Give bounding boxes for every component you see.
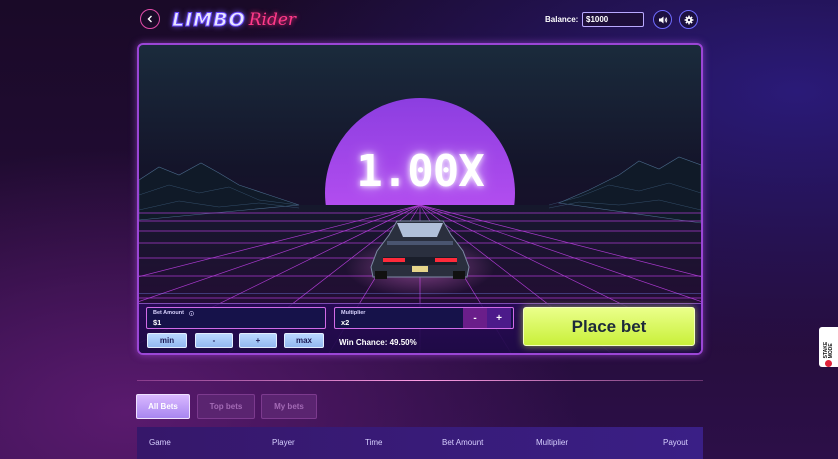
bet-amount-field[interactable]: Bet Amount $1 <box>146 307 326 329</box>
back-button[interactable] <box>140 9 160 29</box>
column-player: Player <box>272 438 295 447</box>
stake-mode-badge[interactable]: STAKE MODE <box>819 327 838 367</box>
bet-amount-value: $1 <box>153 318 162 327</box>
settings-button[interactable] <box>679 10 698 29</box>
stake-mode-text: STAKE MODE <box>822 341 834 359</box>
multiplier-label: Multiplier <box>341 310 366 316</box>
bets-table-header: Game Player Time Bet Amount Multiplier P… <box>137 427 703 459</box>
column-game: Game <box>149 438 171 447</box>
game-logo: LIMBO Rider <box>172 7 297 33</box>
balance-value: $1000 <box>582 12 644 27</box>
chevron-left-icon <box>147 15 152 23</box>
sound-button[interactable] <box>653 10 672 29</box>
tab-top-bets[interactable]: Top bets <box>197 394 255 419</box>
multiplier-field[interactable]: Multiplier x2 - + <box>334 307 514 329</box>
column-multiplier: Multiplier <box>536 438 569 447</box>
column-bet-amount: Bet Amount <box>442 438 484 447</box>
win-chance-text: Win Chance: 49.50% <box>339 338 417 347</box>
logo-limbo-text: LIMBO <box>172 9 246 32</box>
speaker-icon <box>658 16 667 23</box>
game-area: 1.00X Bet Amount $1 Multiplier x2 - + mi… <box>137 43 703 355</box>
bet-amount-label: Bet Amount <box>153 310 184 316</box>
column-payout: Payout <box>663 438 688 447</box>
bet-controls: Bet Amount $1 Multiplier x2 - + min - + … <box>139 303 701 353</box>
info-icon <box>189 311 194 316</box>
logo-rider-text: Rider <box>248 10 297 30</box>
tab-my-bets[interactable]: My bets <box>261 394 317 419</box>
balance-label: Balance: <box>545 15 579 24</box>
column-time: Time <box>365 438 383 447</box>
tab-all-bets[interactable]: All Bets <box>136 394 190 419</box>
section-divider <box>137 380 703 381</box>
multiplier-value: x2 <box>341 318 350 327</box>
halve-button[interactable]: - <box>195 333 233 348</box>
min-button[interactable]: min <box>147 333 187 348</box>
multiplier-decrease-button[interactable]: - <box>463 308 487 328</box>
gear-icon <box>684 15 693 24</box>
record-dot-icon <box>825 360 832 367</box>
double-button[interactable]: + <box>239 333 277 348</box>
max-button[interactable]: max <box>284 333 324 348</box>
multiplier-display: 1.00X <box>356 146 484 197</box>
multiplier-increase-button[interactable]: + <box>487 308 511 328</box>
place-bet-button[interactable]: Place bet <box>523 307 695 346</box>
